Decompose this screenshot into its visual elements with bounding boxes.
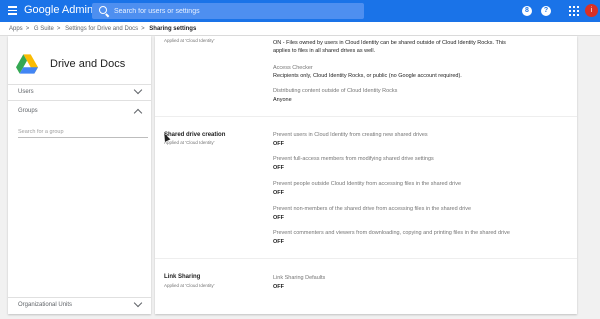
access-checker-value: Recipients only, Cloud Identity Rocks, o… <box>273 73 462 79</box>
app-header: Drive and Docs <box>8 44 151 84</box>
distributing-value: Anyone <box>273 97 292 103</box>
link-sharing-value[interactable]: OFF <box>273 284 284 290</box>
help-icon[interactable]: ? <box>541 6 551 16</box>
setting-label: Prevent people outside Cloud Identity fr… <box>273 181 462 187</box>
support-icon[interactable]: 8 <box>522 6 532 16</box>
setting-value[interactable]: OFF <box>273 239 284 245</box>
divider <box>8 84 151 85</box>
google-drive-icon <box>16 54 38 74</box>
shared-drive-applied: Applied at 'Cloud Identity' <box>164 140 215 145</box>
breadcrumb-drive-settings[interactable]: Settings for Drive and Docs <box>65 26 138 32</box>
app-brand[interactable]: Google Admin <box>24 4 93 16</box>
breadcrumb-current: Sharing settings <box>149 26 197 32</box>
chevron-up-icon[interactable] <box>133 108 143 118</box>
row-divider <box>155 258 577 259</box>
distributing-label: Distributing content outside of Cloud Id… <box>273 88 398 94</box>
applied-at-label: Applied at 'Cloud Identity' <box>164 38 215 43</box>
search-input[interactable] <box>114 3 354 19</box>
account-avatar[interactable]: i <box>585 4 598 17</box>
menu-icon[interactable] <box>8 6 17 15</box>
link-sharing-applied: Applied at 'Cloud Identity' <box>164 283 215 288</box>
setting-label: Prevent users in Cloud Identity from cre… <box>273 132 428 138</box>
org-units-section[interactable]: Organizational Units <box>18 302 72 308</box>
users-section[interactable]: Users <box>18 89 34 95</box>
setting-value[interactable]: OFF <box>273 141 284 147</box>
group-search-input[interactable] <box>18 126 148 138</box>
page-scrollbar[interactable] <box>593 36 598 314</box>
link-sharing-title[interactable]: Link Sharing <box>164 274 200 280</box>
search-icon <box>99 6 107 14</box>
setting-label: Prevent commenters and viewers from down… <box>273 230 510 236</box>
setting-value[interactable]: OFF <box>273 215 284 221</box>
divider <box>8 297 151 298</box>
sharing-outside-value: ON - Files owned by users in Cloud Ident… <box>273 40 506 54</box>
breadcrumb-apps[interactable]: Apps <box>9 26 23 32</box>
top-app-bar: Google Admin 8 ? i <box>0 0 600 22</box>
chevron-down-icon[interactable] <box>133 298 143 308</box>
row-divider <box>155 116 577 117</box>
access-checker-label: Access Checker <box>273 65 313 71</box>
org-sidebar: Drive and Docs Users Groups Organization… <box>8 36 151 314</box>
breadcrumb-gsuite[interactable]: G Suite <box>34 26 54 32</box>
setting-value[interactable]: OFF <box>273 190 284 196</box>
link-sharing-label: Link Sharing Defaults <box>273 275 326 281</box>
divider <box>8 100 151 101</box>
apps-icon[interactable] <box>569 6 579 16</box>
breadcrumb: Apps > G Suite > Settings for Drive and Do… <box>0 22 600 36</box>
setting-value[interactable]: OFF <box>273 165 284 171</box>
app-title: Drive and Docs <box>50 58 126 70</box>
search-box[interactable] <box>92 3 364 19</box>
sharing-settings-panel: Applied at 'Cloud Identity' ON - Files o… <box>155 36 577 314</box>
setting-label: Prevent full-access members from modifyi… <box>273 156 434 162</box>
setting-label: Prevent non-members of the shared drive … <box>273 206 472 212</box>
shared-drive-title[interactable]: Shared drive creation <box>164 132 225 138</box>
groups-section[interactable]: Groups <box>18 108 38 114</box>
chevron-down-icon[interactable] <box>133 85 143 95</box>
